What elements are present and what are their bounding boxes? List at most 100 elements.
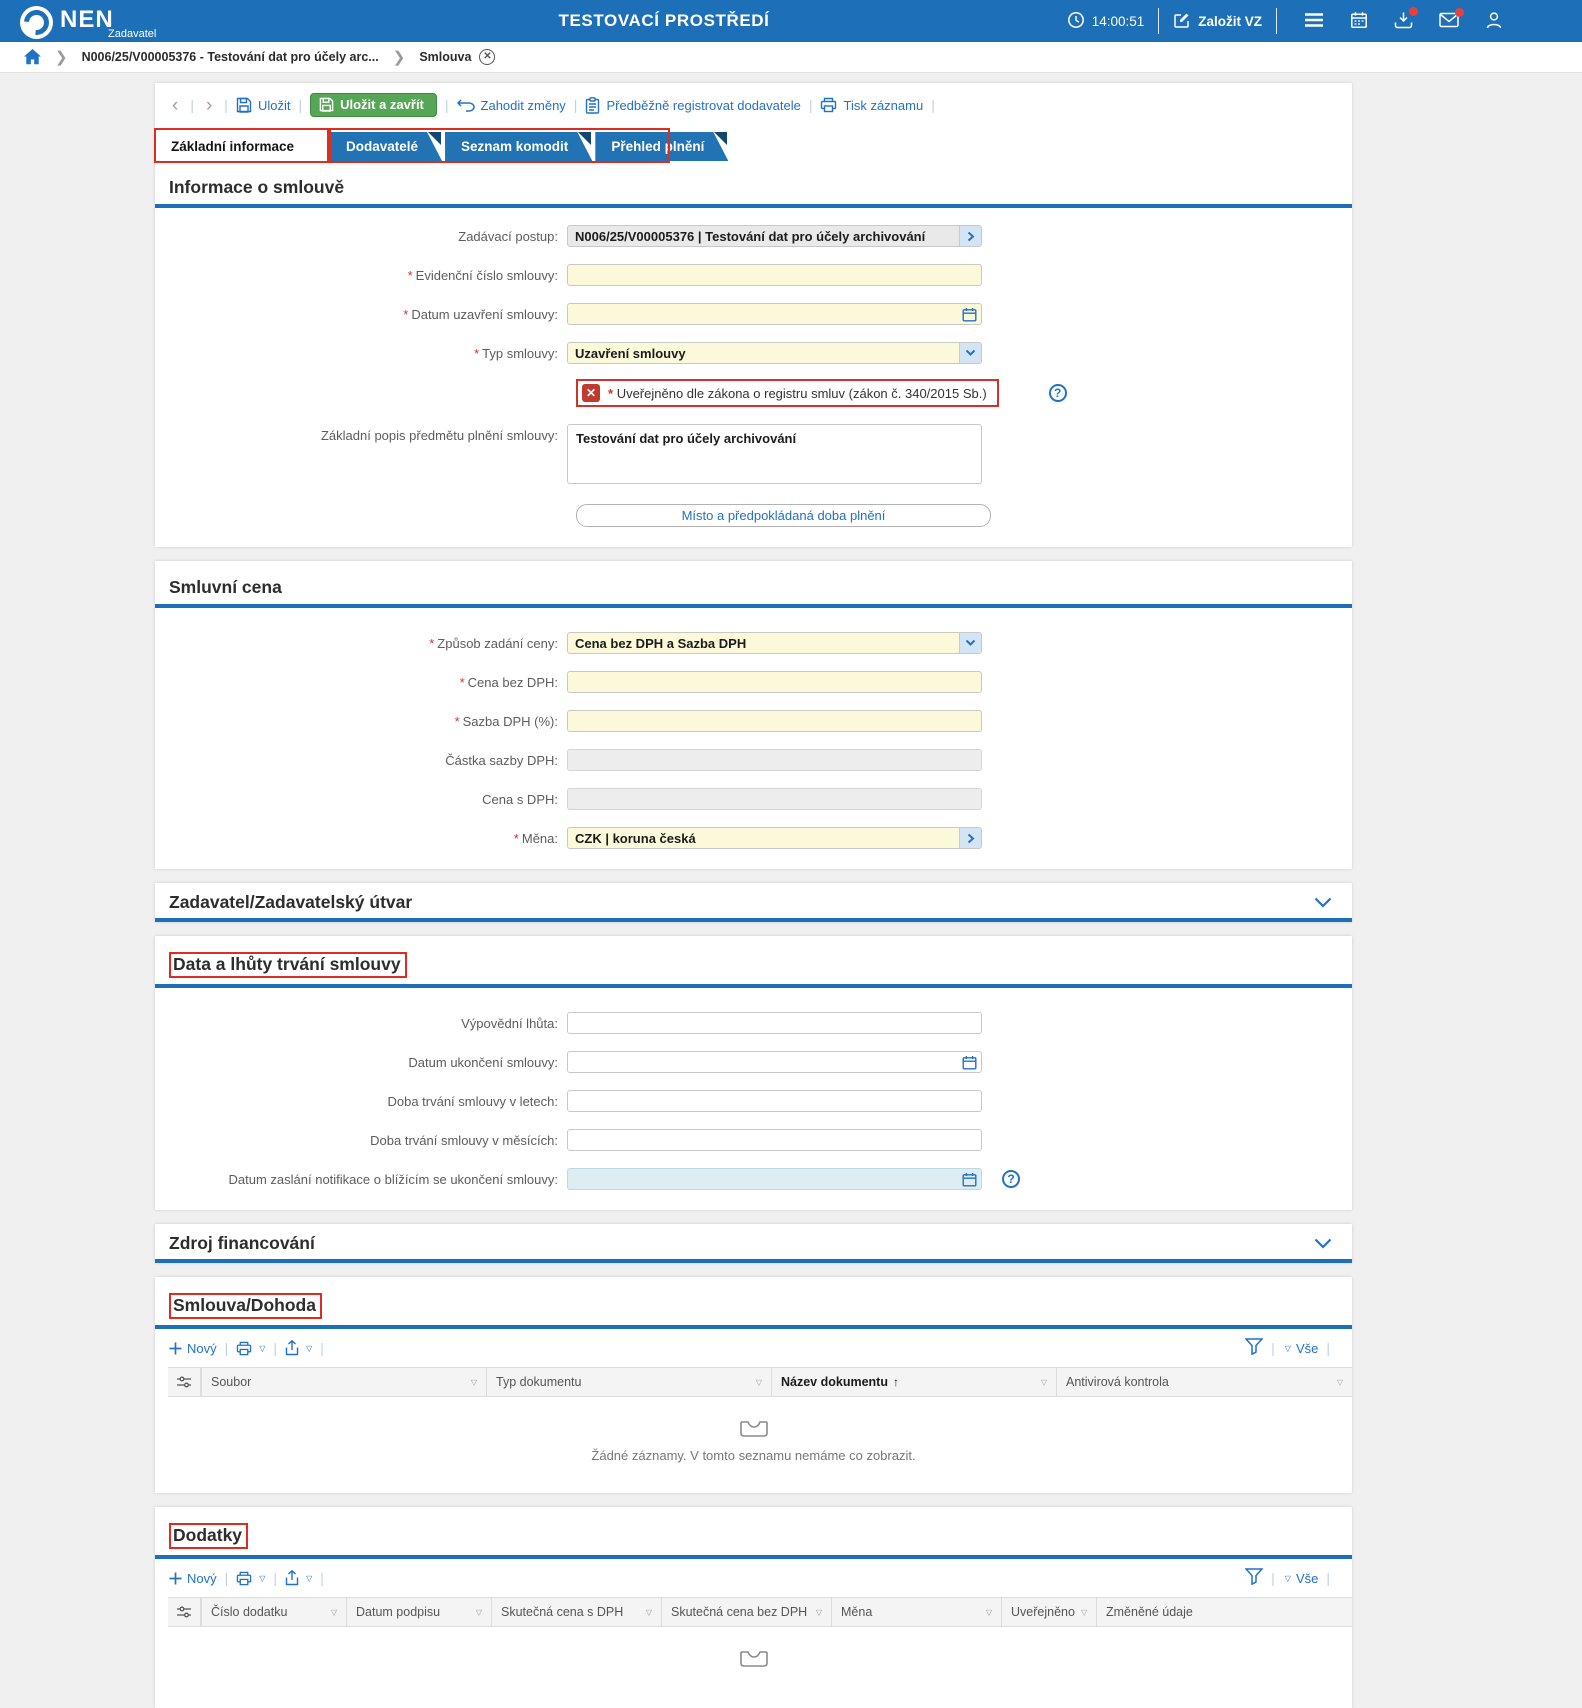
nav-forward-icon[interactable]: › [202, 96, 216, 115]
column-filter-icon[interactable]: ▽ [325, 1608, 337, 1617]
menu-button[interactable] [1304, 12, 1324, 31]
column-filter-icon[interactable]: ▽ [810, 1608, 822, 1617]
column-header-zmenene-udaje[interactable]: Změněné údaje [1096, 1598, 1352, 1626]
export-grid-button[interactable]: ▽ [285, 1340, 312, 1356]
column-filter-icon[interactable]: ▽ [470, 1608, 482, 1617]
preregister-supplier-button[interactable]: Předběžně registrovat dodavatele [585, 96, 801, 114]
cena-bez-dph-input[interactable] [567, 671, 982, 693]
notification-dot [1409, 6, 1418, 16]
mena-field[interactable]: CZK | koruna česká [567, 827, 982, 849]
home-icon [24, 49, 41, 65]
close-tab-icon[interactable]: ✕ [479, 49, 496, 65]
column-settings-button[interactable] [168, 1368, 201, 1396]
column-header-mena[interactable]: Měna ▽ [831, 1598, 1001, 1626]
new-dodatek-button[interactable]: Nový [169, 1571, 217, 1586]
column-header-typ-dokumentu[interactable]: Typ dokumentu ▽ [486, 1368, 771, 1396]
nen-logo[interactable]: NEN Zadavatel [20, 3, 156, 40]
zadavatel-section-header[interactable]: Zadavatel/Zadavatelský útvar [155, 883, 1352, 918]
filter-button[interactable] [1244, 1338, 1264, 1358]
zadavaci-postup-field: N006/25/V00005376 | Testování dat pro úč… [567, 225, 982, 247]
vypovedni-lhuta-input[interactable] [567, 1012, 982, 1034]
tab-seznam-komodit[interactable]: Seznam komodit [445, 132, 592, 161]
column-header-uverejneno[interactable]: Uveřejněno ▽ [1001, 1598, 1096, 1626]
downloads-button[interactable] [1394, 6, 1418, 32]
evidencni-cislo-input[interactable] [567, 264, 982, 286]
section-divider [155, 918, 1352, 922]
zpusob-zadani-ceny-select[interactable]: Cena bez DPH a Sazba DPH [567, 632, 982, 654]
field-label: Datum uzavření smlouvy: [155, 307, 567, 322]
typ-smlouvy-select[interactable]: Uzavření smlouvy [567, 342, 982, 364]
breadcrumb-procedure[interactable]: N006/25/V00005376 - Testování dat pro úč… [82, 50, 379, 64]
app-header: NEN Zadavatel TESTOVACÍ PROSTŘEDÍ 14:00:… [0, 0, 1582, 42]
popis-predmetu-textarea[interactable]: Testování dat pro účely archivování [567, 424, 982, 484]
doba-trvani-mesicich-input[interactable] [567, 1129, 982, 1151]
print-grid-button[interactable]: ▽ [236, 1341, 265, 1356]
record-toolbar: ‹ | › | Uložit | Uložit a zavřít | Zahod… [155, 83, 1352, 117]
view-all-button[interactable]: Vše [1296, 1571, 1318, 1586]
open-record-button[interactable] [959, 226, 981, 246]
calendar-icon[interactable] [962, 307, 977, 322]
misto-doba-plneni-button[interactable]: Místo a předpokládaná doba plnění [576, 504, 991, 527]
breadcrumb-current: Smlouva [419, 50, 472, 64]
zdroj-section-header[interactable]: Zdroj financování [155, 1224, 1352, 1259]
column-header-datum-podpisu[interactable]: Datum podpisu ▽ [346, 1598, 491, 1626]
datum-ukonceni-input[interactable] [567, 1051, 982, 1073]
section-divider [155, 1259, 1352, 1263]
section-title-informace: Informace o smlouvě [169, 177, 345, 197]
messages-button[interactable] [1439, 7, 1464, 31]
column-header-nazev-dokumentu[interactable]: Název dokumentu ↑ ▽ [771, 1368, 1056, 1396]
export-grid-button[interactable]: ▽ [285, 1570, 312, 1586]
calendar-icon[interactable] [962, 1172, 977, 1187]
column-header-cislo-dodatku[interactable]: Číslo dodatku ▽ [201, 1598, 346, 1626]
new-document-button[interactable]: Nový [169, 1341, 217, 1356]
header-divider [1276, 8, 1277, 34]
sazba-dph-input[interactable] [567, 710, 982, 732]
column-filter-icon[interactable]: ▽ [980, 1608, 992, 1617]
chevron-down-icon[interactable] [959, 343, 981, 363]
column-header-skutecna-cena-bez-dph[interactable]: Skutečná cena bez DPH ▽ [661, 1598, 831, 1626]
tab-zakladni-informace[interactable]: Základní informace [155, 132, 327, 161]
column-filter-icon[interactable]: ▽ [1035, 1378, 1047, 1387]
print-record-button[interactable]: Tisk záznamu [820, 97, 923, 113]
help-icon[interactable]: ? [1048, 384, 1067, 402]
column-header-soubor[interactable]: Soubor ▽ [201, 1368, 486, 1396]
printer-icon [821, 97, 837, 113]
column-header-antivirova-kontrola[interactable]: Antivirová kontrola ▽ [1056, 1368, 1352, 1396]
tab-dodavatele[interactable]: Dodavatelé [330, 132, 442, 161]
create-vz-button[interactable]: Založit VZ [1173, 11, 1262, 32]
save-button[interactable]: Uložit [236, 97, 290, 113]
dodatky-grid-toolbar: Nový | ▽ | ▽ | | ▽ Vše | [155, 1559, 1352, 1597]
expand-chevron-icon[interactable] [1314, 897, 1332, 908]
tab-prehled-plneni[interactable]: Přehled plnění [595, 132, 728, 161]
print-grid-button[interactable]: ▽ [236, 1571, 265, 1586]
home-button[interactable] [24, 49, 41, 65]
section-title-zdroj: Zdroj financování [169, 1233, 315, 1253]
view-all-button[interactable]: Vše [1296, 1341, 1318, 1356]
column-filter-icon[interactable]: ▽ [750, 1378, 762, 1387]
save-and-close-button[interactable]: Uložit a zavřít [310, 93, 437, 117]
discard-changes-button[interactable]: Zahodit změny [456, 98, 566, 113]
chevron-down-icon[interactable] [959, 633, 981, 653]
column-filter-icon[interactable]: ▽ [1331, 1378, 1343, 1387]
validation-error-box: ✕ * Uveřejněno dle zákona o registru sml… [576, 379, 999, 407]
calendar-button[interactable] [1350, 11, 1368, 32]
nav-back-icon[interactable]: ‹ [168, 96, 182, 115]
help-icon[interactable]: ? [1002, 1170, 1020, 1188]
datum-uzavreni-input[interactable] [567, 303, 982, 325]
sort-asc-icon: ↑ [892, 1375, 899, 1389]
lhuty-panel: Data a lhůty trvání smlouvy Výpovědní lh… [155, 936, 1352, 1210]
open-record-button[interactable] [959, 828, 981, 848]
expand-chevron-icon[interactable] [1314, 1238, 1332, 1249]
user-profile-button[interactable] [1485, 11, 1503, 32]
datum-notifikace-input[interactable] [567, 1168, 982, 1190]
column-filter-icon[interactable]: ▽ [1075, 1608, 1087, 1617]
filter-button[interactable] [1244, 1568, 1264, 1588]
column-filter-icon[interactable]: ▽ [640, 1608, 652, 1617]
column-filter-icon[interactable]: ▽ [465, 1378, 477, 1387]
column-header-skutecna-cena-s-dph[interactable]: Skutečná cena s DPH ▽ [491, 1598, 661, 1626]
main-form-panel: ‹ | › | Uložit | Uložit a zavřít | Zahod… [154, 83, 1352, 547]
dodatky-panel: Dodatky Nový | ▽ | ▽ | | ▽ Vše | Číslo d… [155, 1507, 1352, 1708]
column-settings-button[interactable] [168, 1598, 201, 1626]
calendar-icon[interactable] [962, 1055, 977, 1070]
doba-trvani-letech-input[interactable] [567, 1090, 982, 1112]
